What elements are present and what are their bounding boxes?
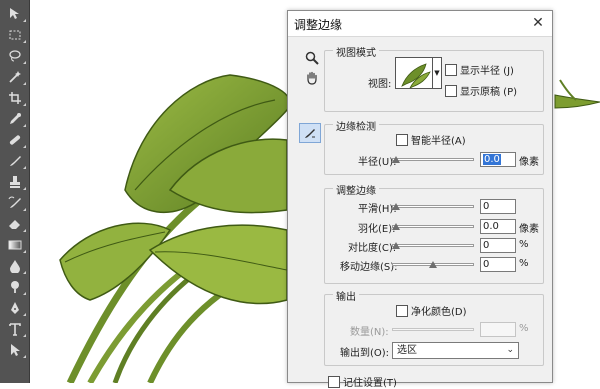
remember-settings-label: 记住设置(T)	[343, 378, 397, 389]
magic-wand-tool-icon[interactable]	[7, 69, 26, 85]
radius-input[interactable]: 0.0	[480, 152, 516, 167]
pen-tool-icon[interactable]	[7, 300, 26, 316]
output-to-select[interactable]: 选区 ⌄	[392, 342, 519, 359]
show-radius-label: 显示半径 (J)	[460, 66, 514, 77]
zoom-icon[interactable]	[302, 49, 322, 67]
radius-slider[interactable]	[392, 154, 474, 164]
amount-slider	[392, 324, 474, 334]
view-mode-title: 视图模式	[333, 44, 379, 59]
output-title: 输出	[333, 288, 359, 303]
amount-input	[480, 322, 516, 337]
adjust-edge-title: 调整边缘	[333, 182, 379, 197]
shift-edge-label: 移动边缘(S):	[340, 262, 398, 273]
shift-edge-unit: %	[519, 258, 529, 269]
blur-tool-icon[interactable]	[7, 258, 26, 274]
feather-label: 羽化(E):	[358, 224, 396, 235]
contrast-label: 对比度(C):	[348, 243, 397, 254]
healing-brush-tool-icon[interactable]	[7, 132, 26, 148]
smart-radius-box[interactable]	[396, 133, 408, 146]
refine-edge-dialog: 调整边缘 ✕ 视图模式 视图: ▼ 显示半径 (J) 显示原稿 (P) 边缘检测…	[287, 10, 553, 389]
amount-label: 数量(N):	[350, 327, 389, 338]
dialog-titlebar[interactable]: 调整边缘 ✕	[288, 11, 552, 37]
brush-tool-icon[interactable]	[7, 153, 26, 169]
show-radius-checkbox[interactable]: 显示半径 (J)	[445, 62, 514, 77]
view-label: 视图:	[368, 79, 392, 90]
output-to-label: 输出到(O):	[340, 348, 390, 359]
decontaminate-box[interactable]	[396, 304, 408, 317]
refine-radius-brush-icon[interactable]	[299, 123, 321, 143]
edge-detection-title: 边缘检测	[333, 118, 379, 133]
feather-unit: 像素	[519, 224, 539, 235]
contrast-slider-thumb[interactable]	[392, 242, 400, 249]
view-dropdown-arrow[interactable]: ▼	[433, 57, 442, 89]
smooth-input[interactable]: 0	[480, 199, 516, 214]
shift-edge-slider-thumb[interactable]	[429, 261, 437, 268]
amount-unit: %	[519, 323, 529, 334]
contrast-input[interactable]: 0	[480, 238, 516, 253]
remember-settings-checkbox[interactable]: 记住设置(T)	[328, 374, 397, 389]
move-tool-icon[interactable]	[7, 6, 26, 22]
history-brush-tool-icon[interactable]	[7, 195, 26, 211]
dodge-tool-icon[interactable]	[7, 279, 26, 295]
marquee-tool-icon[interactable]	[7, 27, 26, 43]
hand-icon[interactable]	[302, 69, 322, 87]
feather-slider-thumb[interactable]	[392, 223, 400, 230]
lasso-tool-icon[interactable]	[7, 48, 26, 64]
chevron-down-icon: ⌄	[506, 345, 514, 355]
eraser-tool-icon[interactable]	[7, 216, 26, 232]
contrast-unit: %	[519, 239, 529, 250]
path-selection-tool-icon[interactable]	[7, 342, 26, 358]
tools-panel	[0, 0, 30, 383]
smart-radius-checkbox[interactable]: 智能半径(A)	[396, 132, 466, 147]
dialog-title: 调整边缘	[294, 18, 343, 32]
smart-radius-label: 智能半径(A)	[411, 136, 466, 147]
radius-unit: 像素	[519, 157, 539, 168]
decontaminate-label: 净化颜色(D)	[411, 307, 467, 318]
radius-value: 0.0	[483, 154, 501, 165]
crop-tool-icon[interactable]	[7, 90, 26, 106]
remember-settings-box[interactable]	[328, 375, 340, 388]
shift-edge-input[interactable]: 0	[480, 257, 516, 272]
shift-edge-slider[interactable]	[392, 259, 474, 269]
radius-slider-thumb[interactable]	[392, 156, 400, 163]
close-button[interactable]: ✕	[530, 15, 546, 31]
feather-slider[interactable]	[392, 221, 474, 231]
leaf-thumbnail-icon	[401, 63, 431, 88]
radius-label: 半径(U):	[358, 157, 397, 168]
feather-input[interactable]: 0.0	[480, 219, 516, 234]
show-original-box[interactable]	[445, 84, 457, 97]
decontaminate-checkbox[interactable]: 净化颜色(D)	[396, 303, 467, 318]
smooth-slider[interactable]	[392, 201, 474, 211]
show-original-checkbox[interactable]: 显示原稿 (P)	[445, 83, 517, 98]
eyedropper-tool-icon[interactable]	[7, 111, 26, 127]
output-to-value: 选区	[397, 345, 417, 356]
contrast-slider[interactable]	[392, 240, 474, 250]
show-radius-box[interactable]	[445, 63, 457, 76]
show-original-label: 显示原稿 (P)	[460, 87, 518, 98]
clone-stamp-tool-icon[interactable]	[7, 174, 26, 190]
smooth-slider-thumb[interactable]	[392, 203, 400, 210]
type-tool-icon[interactable]	[7, 321, 26, 337]
smooth-label: 平滑(H):	[358, 204, 397, 215]
view-thumbnail[interactable]	[395, 57, 433, 89]
gradient-tool-icon[interactable]	[7, 237, 26, 253]
